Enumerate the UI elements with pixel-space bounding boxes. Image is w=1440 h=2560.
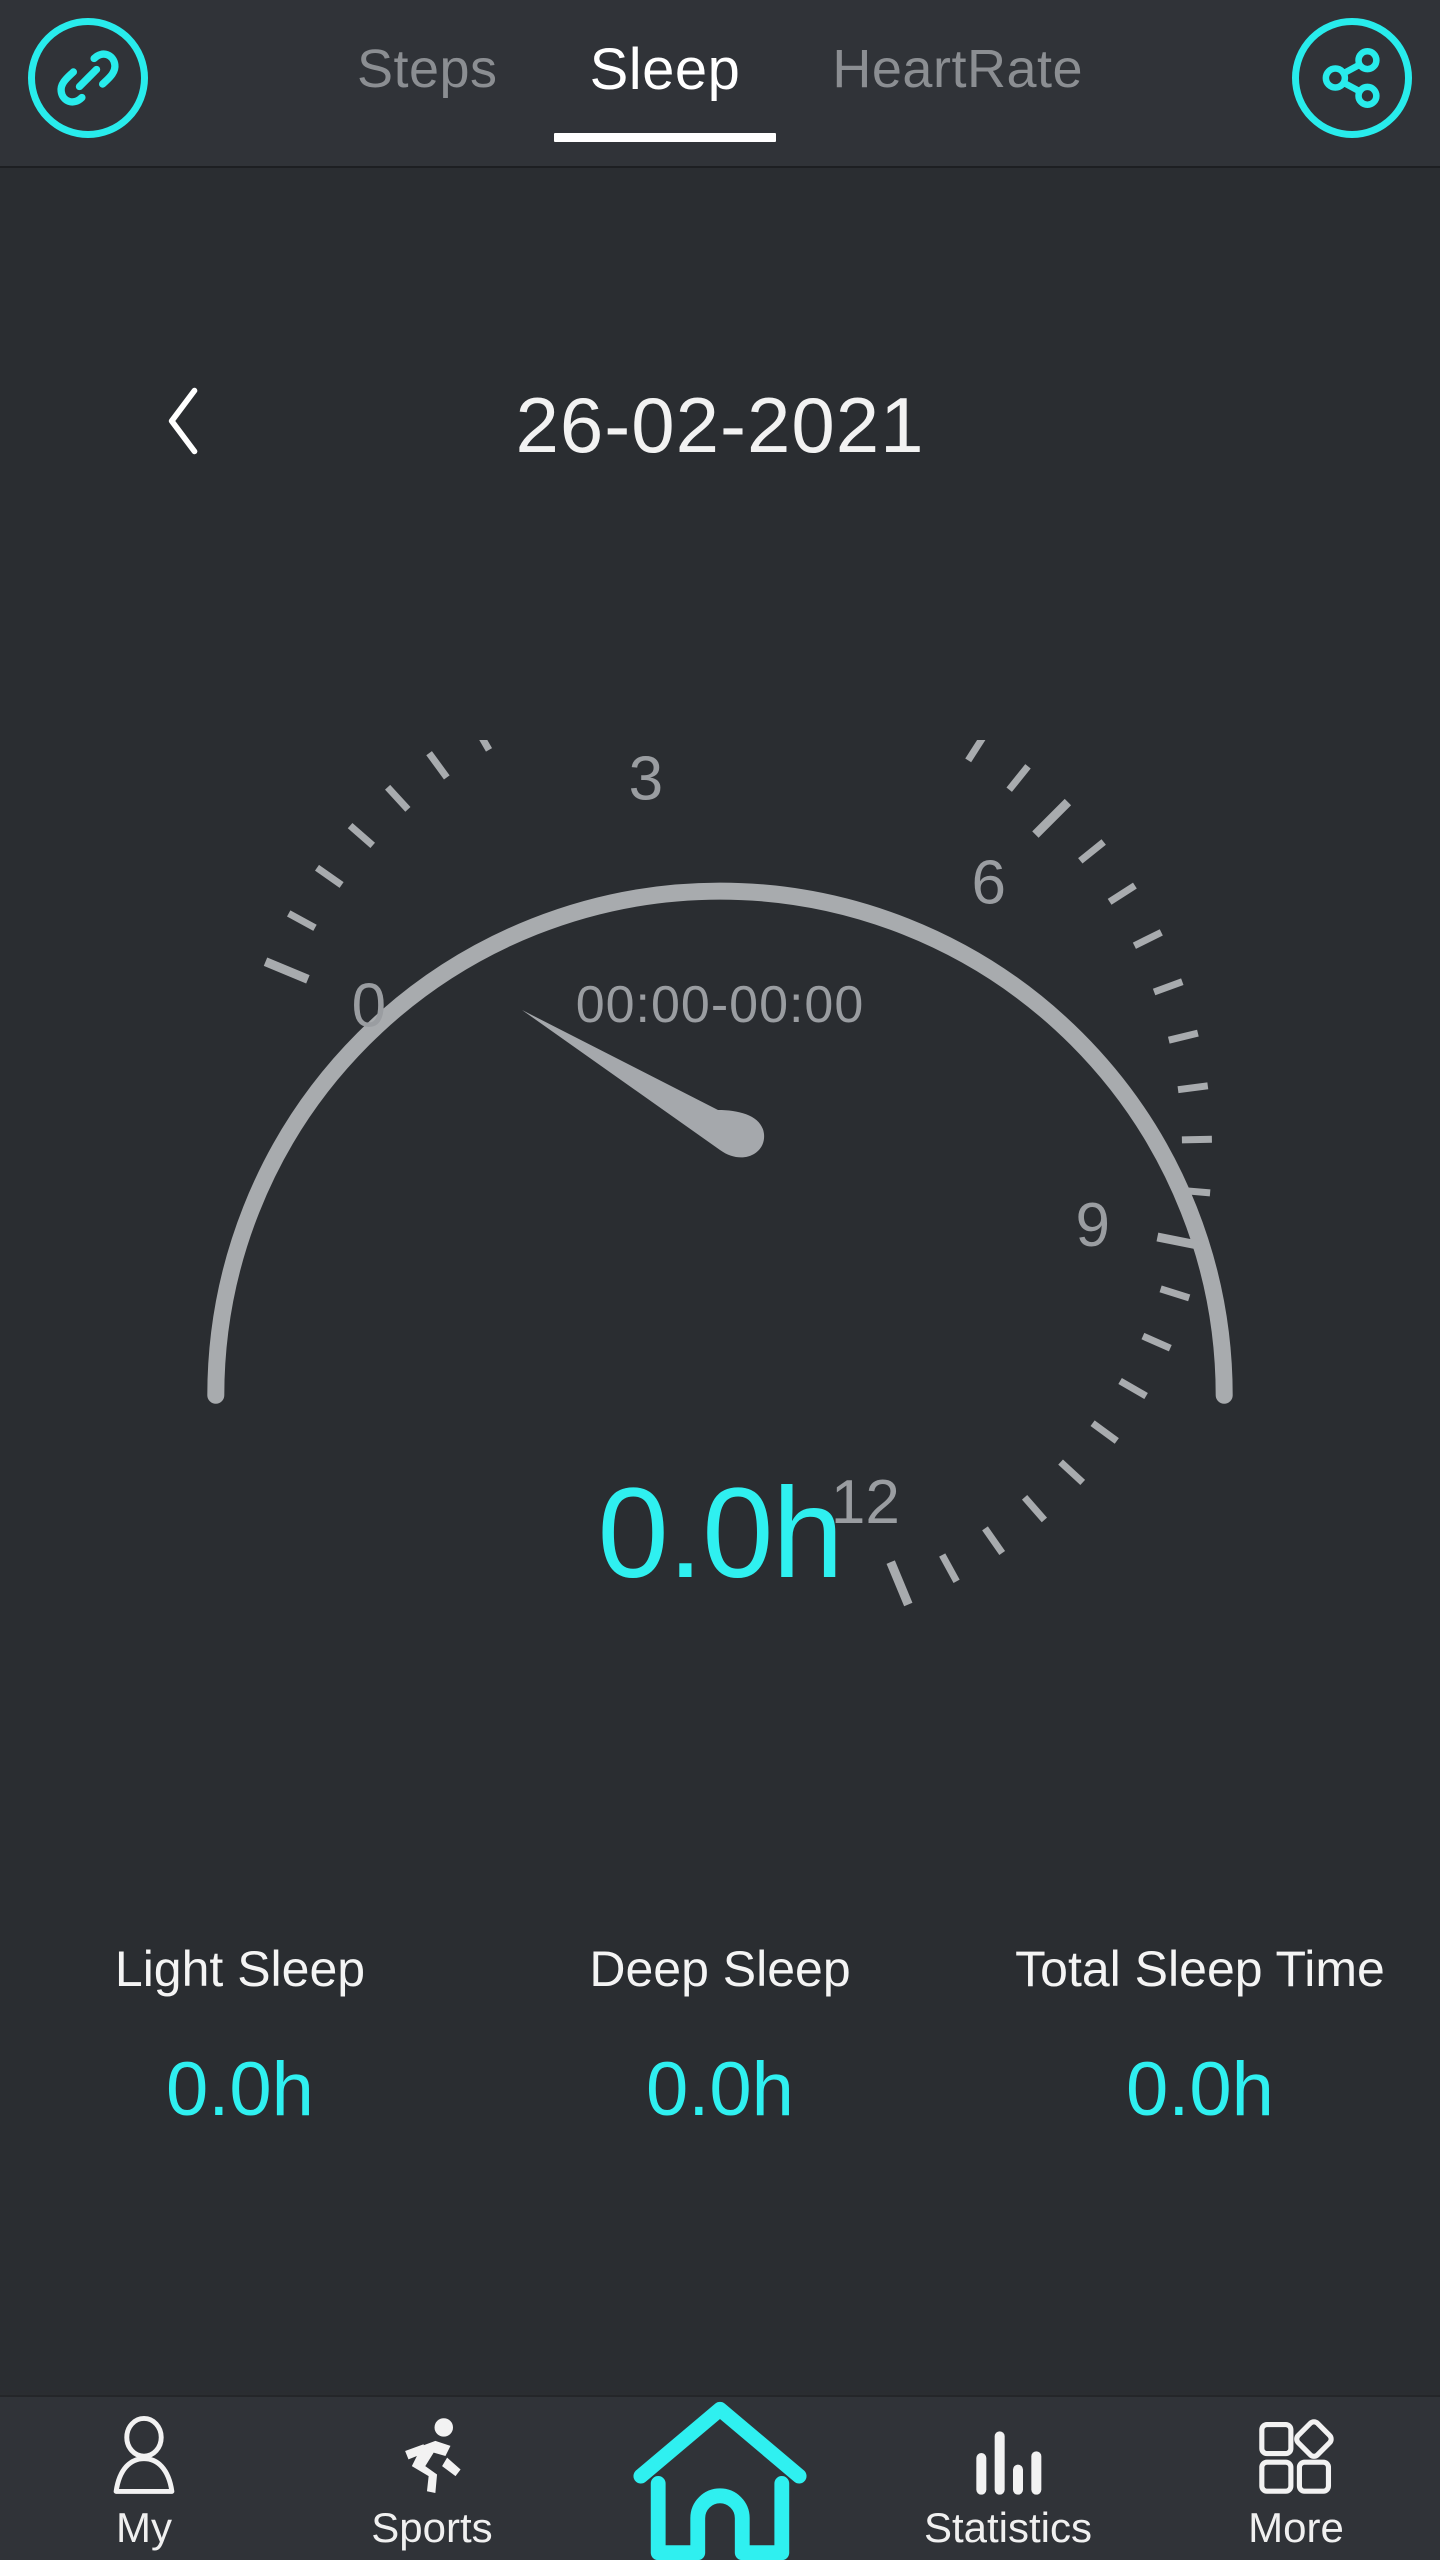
device-connect-button[interactable]	[28, 18, 148, 138]
current-date-label: 26-02-2021	[515, 380, 925, 469]
stat-total-sleep-time: Total Sleep Time 0.0h	[960, 1940, 1440, 2200]
bar-chart-icon	[968, 2412, 1048, 2498]
sleep-screen: Steps Sleep HeartRate 26-02-2021 0 3 6 9…	[0, 0, 1440, 2560]
svg-text:6: 6	[971, 848, 1005, 917]
section-tabs: Steps Sleep HeartRate	[320, 0, 1120, 168]
share-button[interactable]	[1292, 18, 1412, 138]
stat-value: 0.0h	[166, 2047, 314, 2132]
stat-light-sleep: Light Sleep 0.0h	[0, 1940, 480, 2200]
home-icon	[631, 2401, 809, 2560]
bottom-navigation: My Sports Statistics More	[0, 2395, 1440, 2560]
top-app-bar: Steps Sleep HeartRate	[0, 0, 1440, 168]
stat-value: 0.0h	[646, 2047, 794, 2132]
grid-icon	[1255, 2412, 1337, 2498]
runner-icon	[391, 2412, 473, 2498]
stat-deep-sleep: Deep Sleep 0.0h	[480, 1940, 960, 2200]
stat-label: Deep Sleep	[589, 1941, 851, 1997]
nav-item-home[interactable]	[576, 2395, 864, 2560]
person-icon	[105, 2412, 183, 2498]
nav-label: My	[116, 2504, 172, 2551]
nav-label: Statistics	[923, 2504, 1093, 2551]
nav-label: More	[1248, 2504, 1344, 2551]
nav-item-more[interactable]: More	[1152, 2395, 1440, 2560]
tab-steps[interactable]: Steps	[311, 0, 544, 168]
share-icon	[1314, 40, 1390, 116]
tab-heartrate[interactable]: HeartRate	[786, 0, 1129, 168]
tab-sleep[interactable]: Sleep	[544, 0, 787, 168]
stat-label: Total Sleep Time	[1015, 1941, 1385, 1997]
nav-label: Sports	[371, 2504, 493, 2551]
date-navigator: 26-02-2021	[0, 350, 1440, 500]
nav-item-sports[interactable]: Sports	[288, 2395, 576, 2560]
svg-text:9: 9	[1075, 1191, 1109, 1260]
sleep-total-value: 0.0h	[597, 1462, 843, 1605]
nav-item-my[interactable]: My	[0, 2395, 288, 2560]
stat-label: Light Sleep	[114, 1941, 366, 1997]
sleep-stats-row: Light Sleep 0.0h Deep Sleep 0.0h Total S…	[0, 1940, 1440, 2200]
stat-value: 0.0h	[1126, 2047, 1274, 2132]
svg-text:3: 3	[629, 744, 663, 813]
nav-item-statistics[interactable]: Statistics	[864, 2395, 1152, 2560]
chain-link-icon	[49, 39, 127, 117]
sleep-time-range: 00:00-00:00	[575, 976, 865, 1034]
